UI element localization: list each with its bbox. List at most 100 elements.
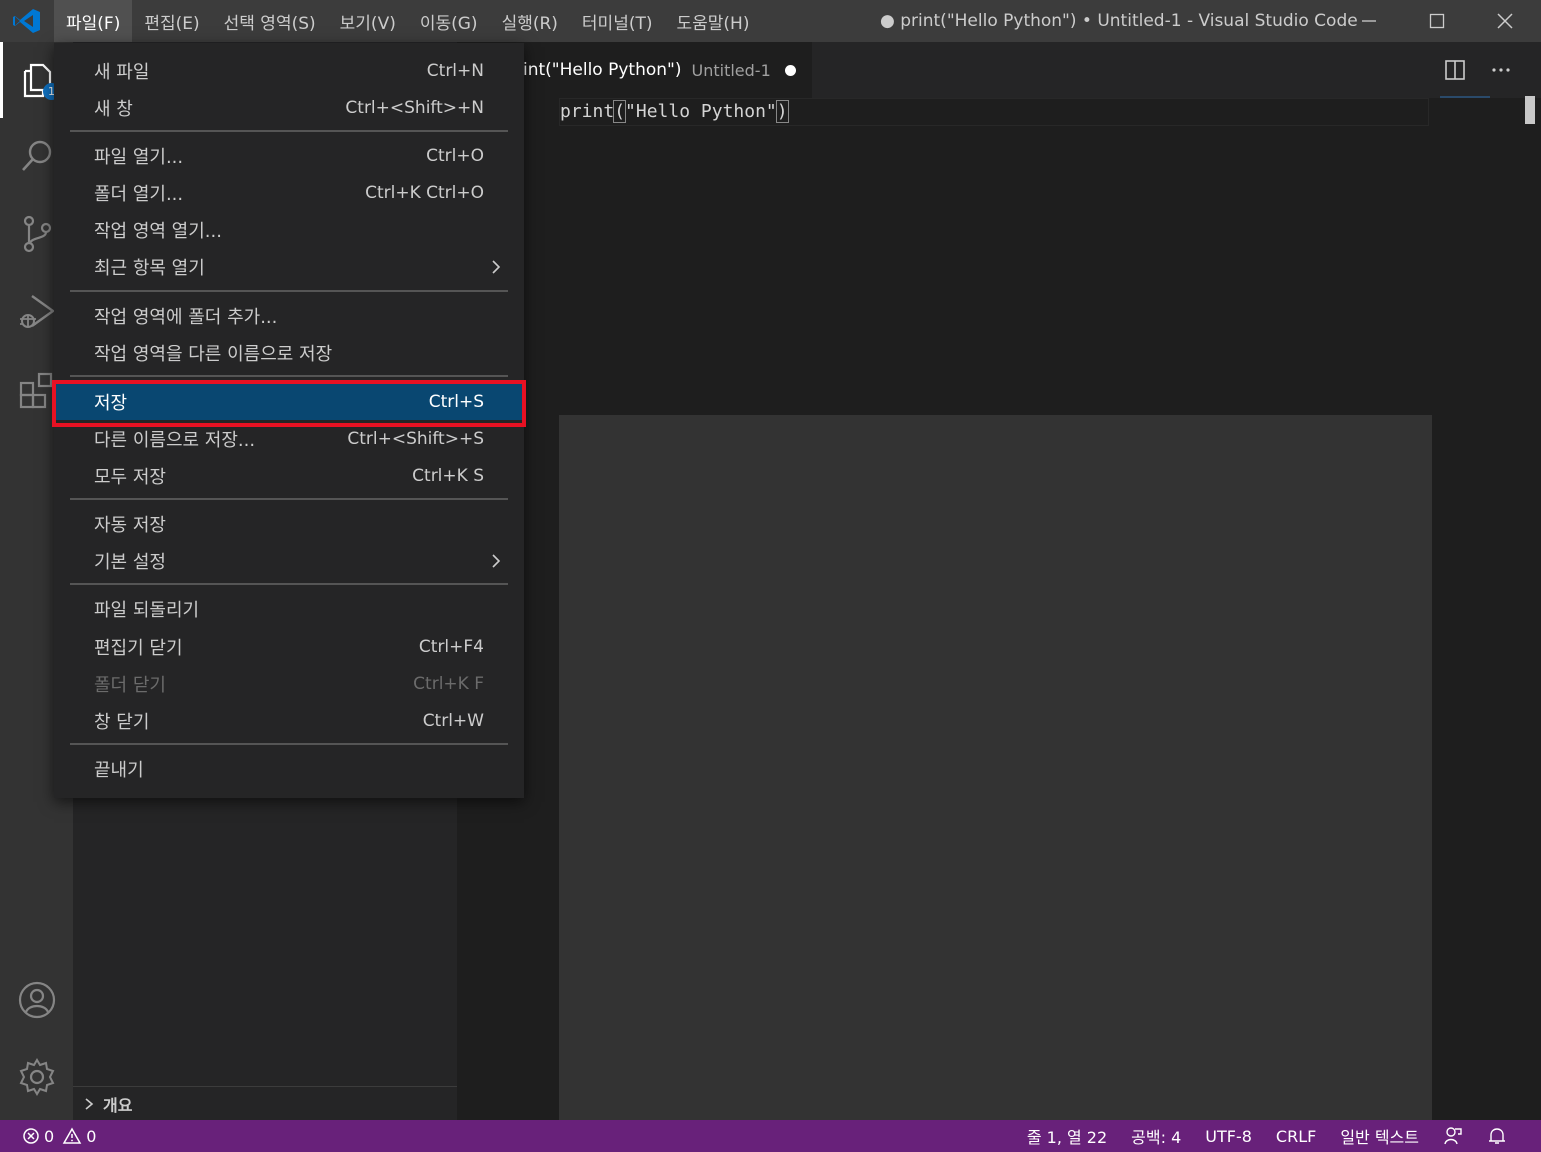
menu-item-label: 편집기 닫기: [94, 637, 183, 659]
menu-view[interactable]: 보기(V): [328, 0, 408, 42]
code-string: "Hello Python": [625, 101, 777, 122]
accounts-button[interactable]: [0, 962, 73, 1038]
menu-item-auto-save[interactable]: 자동 저장: [54, 505, 524, 542]
problems-status[interactable]: 0 0: [22, 1120, 96, 1152]
outline-section-header[interactable]: 개요: [73, 1086, 457, 1120]
menu-bar: 파일(F) 편집(E) 선택 영역(S) 보기(V) 이동(G) 실행(R) 터…: [54, 0, 761, 42]
menu-item-open-workspace[interactable]: 작업 영역 열기...: [54, 211, 524, 248]
window-title: ● print("Hello Python") • Untitled-1 - V…: [880, 11, 1358, 31]
code-text: print("Hello Python"): [560, 100, 789, 123]
menu-item-label: 폴더 닫기: [94, 674, 166, 696]
menu-item-shortcut: Ctrl+N: [426, 60, 484, 81]
notifications-button[interactable]: [1475, 1126, 1519, 1146]
menu-go[interactable]: 이동(G): [408, 0, 490, 42]
minimize-button[interactable]: [1335, 0, 1403, 42]
minimize-icon: [1362, 20, 1376, 22]
menu-item-add-folder-to-workspace[interactable]: 작업 영역에 폴더 추가...: [54, 297, 524, 334]
error-count: 0: [44, 1126, 55, 1146]
menu-item-label: 새 창: [94, 98, 133, 120]
unsaved-dot-icon[interactable]: [784, 64, 796, 76]
menu-item-shortcut: Ctrl+<Shift>+N: [345, 97, 484, 118]
menu-terminal[interactable]: 터미널(T): [570, 0, 665, 42]
status-right: 줄 1, 열 22 공백: 4 UTF-8 CRLF 일반 텍스트: [1015, 1120, 1519, 1152]
menu-item-shortcut: Ctrl+K F: [413, 673, 484, 694]
menu-item-close-window[interactable]: 창 닫기 Ctrl+W: [54, 702, 524, 739]
menu-item-shortcut: Ctrl+O: [426, 145, 484, 166]
menu-item-shortcut: Ctrl+F4: [418, 636, 484, 657]
source-control-icon: [23, 215, 51, 253]
language-mode[interactable]: 일반 텍스트: [1328, 1124, 1431, 1148]
menu-selection[interactable]: 선택 영역(S): [212, 0, 328, 42]
menu-separator: [70, 743, 508, 745]
menu-item-label: 모두 저장: [94, 466, 166, 488]
chevron-right-icon: [85, 1097, 94, 1110]
chevron-right-icon: [492, 260, 501, 274]
code-open-paren: (: [613, 100, 627, 123]
run-debug-icon: [19, 295, 55, 328]
menu-item-open-recent[interactable]: 최근 항목 열기: [54, 248, 524, 285]
menu-item-label: 최근 항목 열기: [94, 257, 205, 279]
menu-item-shortcut: Ctrl+K S: [412, 465, 484, 486]
editor-group: int("Hello Python") Untitled-1 print("He…: [457, 42, 1541, 1120]
menu-item-preferences[interactable]: 기본 설정: [54, 542, 524, 579]
error-icon: [23, 1128, 39, 1144]
search-icon: [21, 140, 51, 171]
menu-item-open-folder[interactable]: 폴더 열기... Ctrl+K Ctrl+O: [54, 174, 524, 211]
maximize-button[interactable]: [1403, 0, 1471, 42]
indentation-status[interactable]: 공백: 4: [1119, 1124, 1193, 1148]
more-actions-button[interactable]: [1487, 56, 1515, 84]
chevron-right-icon: [492, 554, 501, 568]
bell-icon: [1489, 1128, 1505, 1144]
menu-help[interactable]: 도움말(H): [665, 0, 762, 42]
vscode-logo-icon: [12, 7, 42, 35]
editor-empty-region: [559, 415, 1432, 1120]
menu-item-close-editor[interactable]: 편집기 닫기 Ctrl+F4: [54, 628, 524, 665]
encoding-status[interactable]: UTF-8: [1193, 1127, 1264, 1146]
menu-item-label: 작업 영역을 다른 이름으로 저장: [94, 343, 333, 365]
scrollbar-thumb[interactable]: [1525, 96, 1535, 124]
menu-item-label: 작업 영역 열기...: [94, 220, 222, 242]
close-icon: [1497, 13, 1513, 29]
menu-run[interactable]: 실행(R): [490, 0, 570, 42]
tab-title: int("Hello Python"): [523, 60, 682, 80]
menu-separator: [70, 498, 508, 500]
highlight-annotation: [52, 380, 526, 427]
menu-item-label: 기본 설정: [94, 551, 166, 573]
menu-item-new-file[interactable]: 새 파일 Ctrl+N: [54, 52, 524, 89]
split-editor-icon: [1445, 60, 1465, 80]
menu-item-save-workspace-as[interactable]: 작업 영역을 다른 이름으로 저장: [54, 334, 524, 371]
menu-item-label: 끝내기: [94, 759, 144, 781]
menu-file[interactable]: 파일(F): [54, 0, 133, 42]
warning-icon: [62, 1127, 82, 1144]
split-editor-button[interactable]: [1441, 56, 1469, 84]
menu-separator: [70, 583, 508, 585]
menu-separator: [70, 375, 508, 377]
cursor-position[interactable]: 줄 1, 열 22: [1015, 1124, 1119, 1148]
status-bar: 0 0 줄 1, 열 22 공백: 4 UTF-8 CRLF 일반 텍스트: [0, 1120, 1541, 1152]
menu-edit[interactable]: 편집(E): [132, 0, 211, 42]
warning-count: 0: [86, 1126, 97, 1146]
menu-item-label: 파일 되돌리기: [94, 599, 200, 621]
menu-item-revert-file[interactable]: 파일 되돌리기: [54, 590, 524, 627]
menu-item-open-file[interactable]: 파일 열기... Ctrl+O: [54, 137, 524, 174]
menu-item-save-all[interactable]: 모두 저장 Ctrl+K S: [54, 457, 524, 494]
menu-item-label: 파일 열기...: [94, 146, 184, 168]
menu-item-new-window[interactable]: 새 창 Ctrl+<Shift>+N: [54, 89, 524, 126]
manage-button[interactable]: [0, 1039, 73, 1115]
eol-status[interactable]: CRLF: [1264, 1127, 1328, 1146]
tab-description: Untitled-1: [691, 60, 771, 80]
menu-item-label: 자동 저장: [94, 514, 166, 536]
menu-item-label: 폴더 열기...: [94, 183, 184, 205]
tabs-bar: int("Hello Python") Untitled-1: [457, 42, 1541, 98]
menu-item-shortcut: Ctrl+W: [422, 710, 484, 731]
code-close-paren: ): [775, 100, 789, 123]
menu-item-shortcut: Ctrl+K Ctrl+O: [365, 182, 484, 203]
account-icon: [18, 981, 55, 1019]
feedback-button[interactable]: [1431, 1126, 1475, 1146]
close-window-button[interactable]: [1471, 0, 1539, 42]
code-line-1[interactable]: print("Hello Python"): [559, 98, 1429, 126]
menu-item-close-folder: 폴더 닫기 Ctrl+K F: [54, 665, 524, 702]
menu-item-label: 새 파일: [94, 61, 150, 83]
overview-ruler: [1440, 96, 1490, 98]
menu-item-exit[interactable]: 끝내기: [54, 750, 524, 787]
